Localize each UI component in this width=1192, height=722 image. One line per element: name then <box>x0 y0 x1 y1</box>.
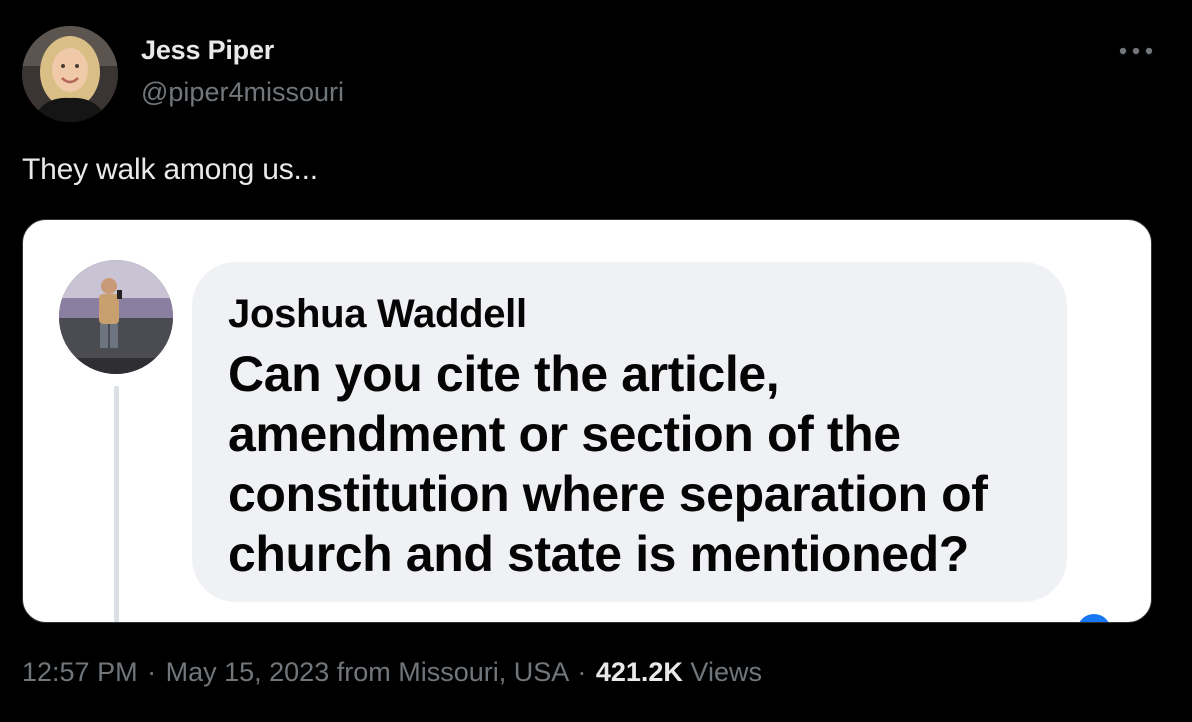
views-link[interactable]: 421.2K Views <box>596 657 762 687</box>
reaction-icon <box>1077 614 1111 622</box>
separator: · <box>577 657 587 687</box>
views-label: Views <box>690 657 762 687</box>
comment-text: Can you cite the article, amendment or s… <box>228 346 988 582</box>
author-handle[interactable]: @piper4missouri <box>141 77 344 108</box>
more-options-button[interactable] <box>1116 36 1156 66</box>
commenter-avatar-image <box>59 260 173 374</box>
from-prefix: from <box>336 657 391 687</box>
tweet-metadata: 12:57 PM · May 15, 2023 from Missouri, U… <box>22 657 762 688</box>
more-horizontal-icon <box>1119 47 1153 55</box>
author-avatar[interactable] <box>22 26 118 122</box>
separator: · <box>147 657 157 687</box>
tweet-date[interactable]: May 15, 2023 <box>166 657 330 687</box>
tweet-text: They walk among us... <box>22 153 318 186</box>
commenter-name: Joshua Waddell <box>228 292 527 336</box>
tweet-media-image[interactable]: Joshua Waddell Can you cite the article,… <box>22 219 1152 623</box>
author-name[interactable]: Jess Piper <box>141 35 274 66</box>
views-count: 421.2K <box>595 657 683 687</box>
comment-bubble: Joshua Waddell Can you cite the article,… <box>192 262 1067 602</box>
tweet-time[interactable]: 12:57 PM <box>22 657 138 687</box>
tweet-location: Missouri, USA <box>398 657 568 687</box>
author-avatar-image <box>22 26 118 122</box>
thread-line <box>114 386 119 622</box>
commenter-avatar <box>59 260 173 374</box>
